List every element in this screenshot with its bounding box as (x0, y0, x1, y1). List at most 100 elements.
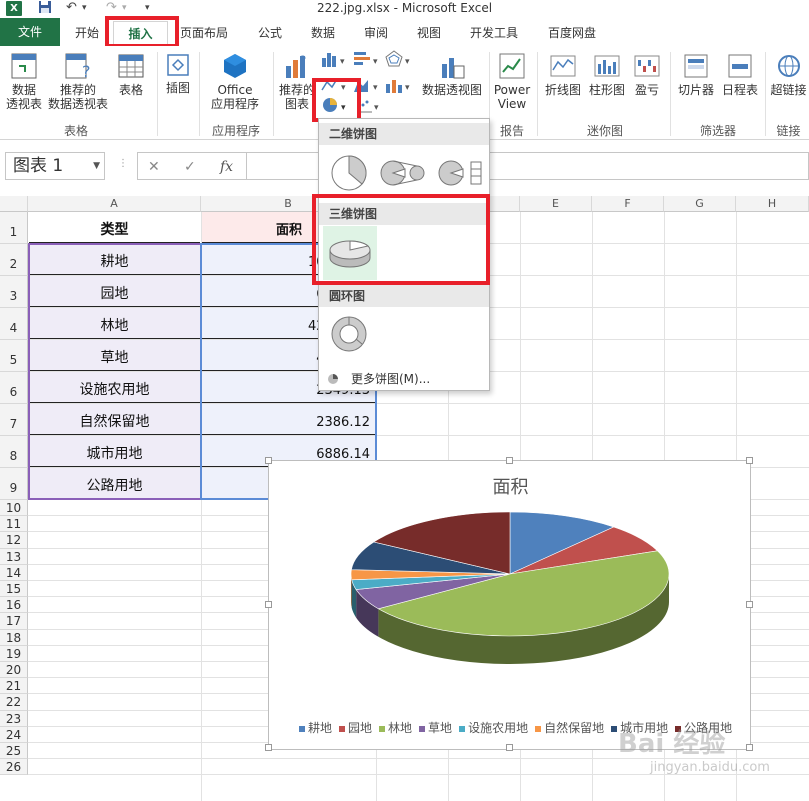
legend-item[interactable]: 耕地 (299, 719, 332, 736)
row-header[interactable]: 10 (0, 500, 28, 517)
name-box-dropdown-icon[interactable]: ▼ (93, 153, 100, 179)
slicer-button[interactable]: 切片器 (676, 52, 716, 97)
pie-2d-option-icon[interactable] (329, 153, 369, 193)
sparkline-column-button[interactable]: 柱形图 (587, 52, 627, 97)
tab-insert[interactable]: 插入 (113, 21, 168, 46)
resize-handle[interactable] (265, 601, 272, 608)
resize-handle[interactable] (746, 744, 753, 751)
insert-function-icon[interactable]: fx (220, 159, 233, 175)
bar-chart-icon[interactable]: ▾ (352, 50, 382, 68)
pie-chart[interactable]: 面积 耕地 园地 林地 草地 设施农用地 自然保留地 城市用地 公路用地 (265, 457, 753, 751)
pivot-table-button[interactable]: 数据 透视表 (4, 52, 44, 111)
tab-home[interactable]: 开始 (63, 21, 111, 46)
row-header[interactable]: 20 (0, 662, 28, 679)
resize-handle[interactable] (506, 457, 513, 464)
row-header[interactable]: 14 (0, 564, 28, 581)
row-header[interactable]: 4 (0, 308, 28, 340)
row-header[interactable]: 13 (0, 548, 28, 565)
legend-item[interactable]: 园地 (339, 719, 372, 736)
tab-formulas[interactable]: 公式 (246, 21, 294, 46)
radar-chart-icon[interactable]: ▾ (384, 50, 414, 68)
scatter-chart-icon[interactable]: ▾ (356, 96, 382, 114)
col-header-h[interactable]: H (736, 196, 809, 212)
row-header[interactable]: 5 (0, 340, 28, 372)
row-header[interactable]: 8 (0, 436, 28, 468)
type-cell[interactable]: 设施农用地 (29, 372, 200, 403)
type-cell[interactable]: 林地 (29, 308, 200, 339)
illustrations-button[interactable]: 插图 (161, 52, 195, 95)
header-cell-type[interactable]: 类型 (29, 212, 200, 243)
legend-item[interactable]: 草地 (419, 719, 452, 736)
tab-page-layout[interactable]: 页面布局 (173, 21, 235, 46)
recommended-charts-button[interactable]: ? 推荐的 图表 (278, 52, 316, 111)
type-cell[interactable]: 耕地 (29, 244, 200, 275)
hyperlink-button[interactable]: 超链接 (768, 52, 809, 97)
row-header[interactable]: 3 (0, 276, 28, 308)
resize-handle[interactable] (265, 744, 272, 751)
pie-of-pie-option-icon[interactable] (379, 153, 429, 193)
cancel-icon[interactable]: ✕ (148, 159, 160, 175)
row-header[interactable]: 15 (0, 581, 28, 598)
resize-handle[interactable] (506, 744, 513, 751)
resize-handle[interactable] (746, 601, 753, 608)
row-header[interactable]: 26 (0, 759, 28, 776)
pie-chart-icon[interactable]: ▾ (321, 96, 351, 114)
row-header[interactable]: 11 (0, 516, 28, 533)
area-chart-icon[interactable]: ▾ (352, 76, 382, 94)
line-chart-icon[interactable]: ▾ (320, 76, 350, 94)
type-cell[interactable]: 公路用地 (29, 468, 200, 499)
combo-chart-icon[interactable]: ▾ (384, 76, 414, 94)
tab-view[interactable]: 视图 (405, 21, 453, 46)
tab-developer[interactable]: 开发工具 (461, 21, 527, 46)
row-header[interactable]: 17 (0, 613, 28, 630)
row-header[interactable]: 24 (0, 726, 28, 743)
type-cell[interactable]: 园地 (29, 276, 200, 307)
row-header[interactable]: 1 (0, 212, 28, 244)
col-header-f[interactable]: F (592, 196, 664, 212)
timeline-button[interactable]: 日程表 (720, 52, 760, 97)
col-header-a[interactable]: A (28, 196, 201, 212)
name-box[interactable]: 图表 1 ▼ (5, 152, 105, 180)
row-header[interactable]: 19 (0, 645, 28, 662)
tab-review[interactable]: 审阅 (352, 21, 400, 46)
donut-option-icon[interactable] (329, 314, 369, 354)
col-header-g[interactable]: G (664, 196, 736, 212)
legend-item[interactable]: 设施农用地 (459, 719, 528, 736)
power-view-button[interactable]: Power View (492, 52, 532, 111)
select-all-corner[interactable] (0, 196, 28, 212)
column-chart-icon[interactable]: ▾ (320, 50, 350, 68)
resize-handle[interactable] (746, 457, 753, 464)
tab-data[interactable]: 数据 (299, 21, 347, 46)
sparkline-line-button[interactable]: 折线图 (541, 52, 585, 97)
row-header[interactable]: 9 (0, 468, 28, 500)
more-pie-charts-option[interactable]: 更多饼图(M)... (319, 369, 489, 389)
pie-chart-plot[interactable] (269, 461, 752, 751)
row-header[interactable]: 18 (0, 629, 28, 646)
row-header[interactable]: 23 (0, 710, 28, 727)
resize-handle[interactable] (265, 457, 272, 464)
legend-item[interactable]: 自然保留地 (535, 719, 604, 736)
row-header[interactable]: 6 (0, 372, 28, 404)
type-cell[interactable]: 城市用地 (29, 436, 200, 467)
row-header[interactable]: 22 (0, 694, 28, 711)
pivot-chart-button[interactable]: 数据透视图 (416, 52, 488, 97)
pie-3d-option[interactable] (323, 226, 377, 280)
type-cell[interactable]: 自然保留地 (29, 404, 200, 435)
enter-icon[interactable]: ✓ (184, 159, 196, 175)
row-header[interactable]: 25 (0, 743, 28, 760)
type-cell[interactable]: 草地 (29, 340, 200, 371)
bar-of-pie-option-icon[interactable] (437, 153, 487, 193)
col-header-e[interactable]: E (520, 196, 592, 212)
area-cell[interactable]: 2386.12 (202, 404, 376, 435)
row-header[interactable]: 7 (0, 404, 28, 436)
table-button[interactable]: 表格 (114, 52, 148, 97)
office-apps-button[interactable]: Office 应用程序 (203, 52, 267, 111)
row-header[interactable]: 21 (0, 678, 28, 695)
row-header[interactable]: 12 (0, 532, 28, 549)
row-header[interactable]: 2 (0, 244, 28, 276)
recommended-pivot-button[interactable]: ? 推荐的 数据透视表 (46, 52, 110, 111)
tab-baidu-netdisk[interactable]: 百度网盘 (537, 21, 607, 46)
legend-item[interactable]: 林地 (379, 719, 412, 736)
sparkline-winloss-button[interactable]: 盈亏 (630, 52, 664, 97)
row-header[interactable]: 16 (0, 597, 28, 614)
